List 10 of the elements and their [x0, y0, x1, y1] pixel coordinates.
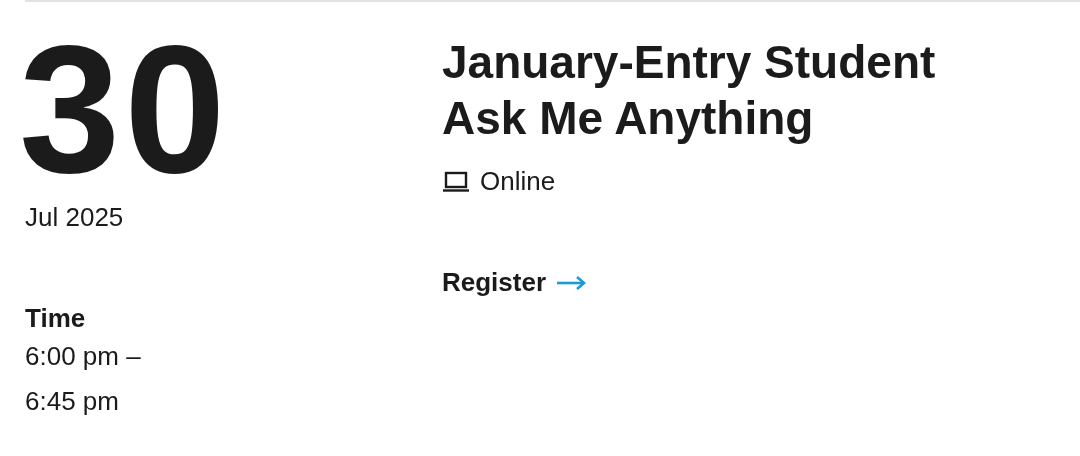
event-title: January-Entry Student: [442, 35, 936, 90]
time-label: Time: [25, 303, 86, 334]
laptop-icon: [442, 170, 470, 193]
date-month-year: Jul 2025: [25, 202, 124, 233]
time-text: 6:45 pm: [25, 385, 119, 418]
time-text: 6:00 pm –: [25, 340, 141, 373]
register-link[interactable]: Register: [442, 267, 589, 298]
event-title: Ask Me Anything: [442, 91, 814, 146]
location-text: Online: [480, 166, 556, 197]
date-day: 30: [19, 18, 230, 200]
